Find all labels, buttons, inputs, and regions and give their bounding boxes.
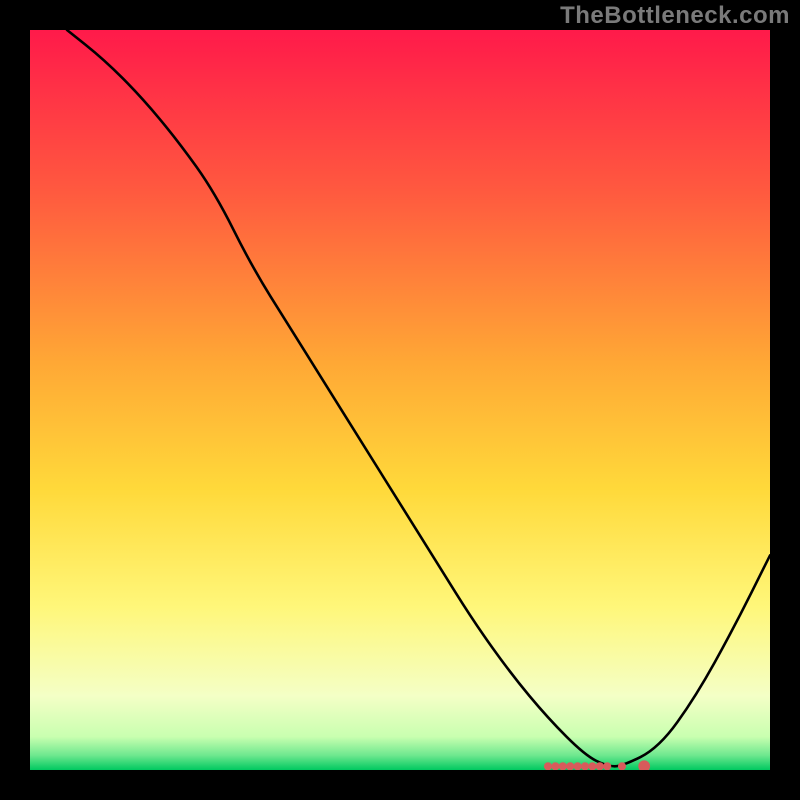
baseline-dot: [544, 762, 552, 770]
curve-path: [67, 30, 770, 766]
baseline-dot: [551, 762, 559, 770]
baseline-dot: [618, 762, 626, 770]
baseline-dot: [566, 762, 574, 770]
plot-area: [30, 30, 770, 770]
baseline-dot: [603, 762, 611, 770]
baseline-dot: [581, 762, 589, 770]
baseline-dot: [638, 760, 650, 770]
baseline-dot: [596, 762, 604, 770]
baseline-dot: [588, 762, 596, 770]
baseline-dot: [574, 762, 582, 770]
watermark-text: TheBottleneck.com: [560, 2, 790, 30]
bottleneck-curve: [30, 30, 770, 770]
baseline-dot: [559, 762, 567, 770]
